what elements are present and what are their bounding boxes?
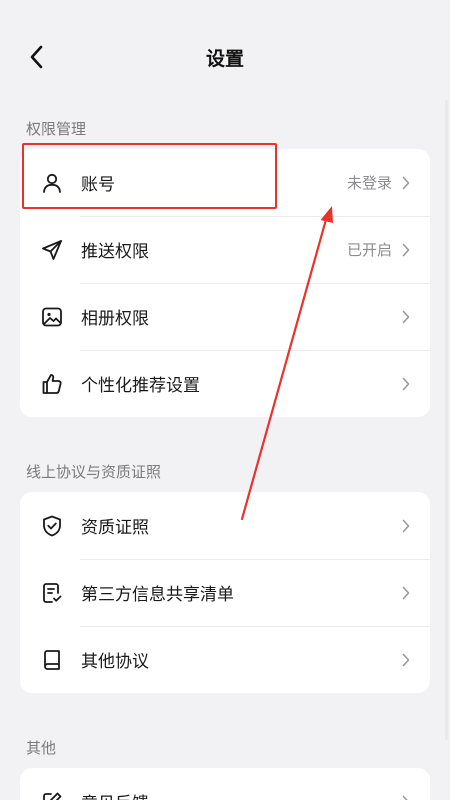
book-icon bbox=[40, 648, 64, 672]
row-label: 资质证照 bbox=[81, 518, 149, 538]
chevron-right-icon bbox=[400, 518, 412, 534]
chevron-right-icon bbox=[400, 794, 412, 800]
person-icon bbox=[40, 171, 64, 195]
row-label: 相册权限 bbox=[81, 309, 149, 329]
chevron-right-icon bbox=[400, 585, 412, 601]
row-label: 个性化推荐设置 bbox=[81, 376, 200, 396]
edit-icon bbox=[40, 790, 64, 800]
row-label: 推送权限 bbox=[81, 242, 149, 262]
section-label-other: 其他 bbox=[26, 739, 57, 757]
account-status: 未登录 bbox=[346, 174, 392, 192]
permissions-card: 账号 未登录 推送权限 已开启 相册权限 个性化推荐设置 bbox=[20, 149, 430, 417]
row-label: 第三方信息共享清单 bbox=[81, 585, 234, 605]
document-check-icon bbox=[40, 581, 64, 605]
row-qualification-license[interactable]: 资质证照 bbox=[20, 492, 430, 559]
row-personalized-recommendation[interactable]: 个性化推荐设置 bbox=[20, 350, 430, 417]
row-album-permission[interactable]: 相册权限 bbox=[20, 283, 430, 350]
chevron-right-icon bbox=[400, 309, 412, 325]
other-card: 意见反馈 bbox=[20, 768, 430, 800]
row-label: 意见反馈 bbox=[81, 789, 392, 800]
section-label-agreements: 线上协议与资质证照 bbox=[26, 463, 162, 481]
row-label: 其他协议 bbox=[81, 652, 149, 672]
shield-check-icon bbox=[40, 514, 64, 538]
chevron-right-icon bbox=[400, 376, 412, 392]
header: 设置 bbox=[0, 0, 450, 115]
agreements-card: 资质证照 第三方信息共享清单 其他协议 bbox=[20, 492, 430, 693]
row-feedback[interactable]: 意见反馈 bbox=[20, 768, 430, 800]
row-third-party-sharing[interactable]: 第三方信息共享清单 bbox=[20, 559, 430, 626]
row-account[interactable]: 账号 未登录 bbox=[20, 149, 430, 216]
chevron-right-icon bbox=[400, 652, 412, 668]
row-other-agreements[interactable]: 其他协议 bbox=[20, 626, 430, 693]
chevron-right-icon bbox=[400, 175, 412, 191]
row-label: 账号 bbox=[81, 175, 115, 195]
page-title: 设置 bbox=[205, 48, 244, 70]
section-label-permissions: 权限管理 bbox=[26, 120, 87, 138]
row-push-permission[interactable]: 推送权限 已开启 bbox=[20, 216, 430, 283]
image-icon bbox=[40, 305, 64, 329]
paper-plane-icon bbox=[40, 238, 64, 262]
push-status: 已开启 bbox=[346, 241, 392, 259]
scrollbar[interactable] bbox=[445, 100, 448, 740]
thumbs-up-icon bbox=[40, 372, 64, 396]
chevron-right-icon bbox=[400, 242, 412, 258]
